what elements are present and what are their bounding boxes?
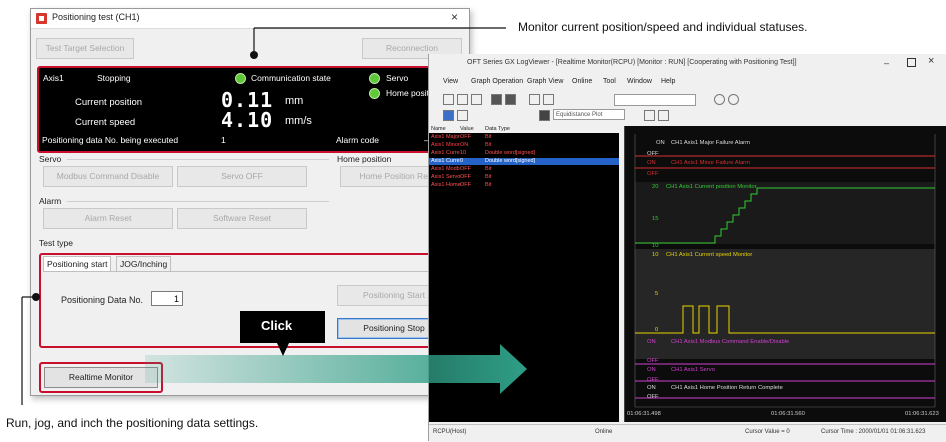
click-label: Click — [261, 318, 293, 333]
flow-arrow — [145, 344, 527, 394]
click-callout-pointer — [277, 343, 289, 356]
annotation-overlay — [21, 27, 527, 405]
run-annotation: Run, jog, and inch the positioning data … — [6, 416, 259, 430]
monitor-callout-dot — [250, 51, 258, 59]
monitor-annotation: Monitor current position/speed and indiv… — [518, 20, 808, 34]
